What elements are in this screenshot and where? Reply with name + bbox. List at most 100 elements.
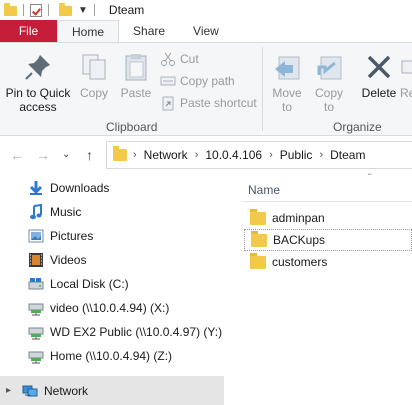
breadcrumb-network[interactable]: Network xyxy=(144,148,188,162)
rename-button[interactable]: Re xyxy=(400,51,412,100)
properties-icon[interactable] xyxy=(30,3,42,17)
group-separator xyxy=(262,47,263,131)
nav-item-videos[interactable]: Videos xyxy=(28,249,86,271)
cut-button[interactable]: Cut xyxy=(160,49,199,69)
address-bar[interactable]: › Network › 10.0.4.106 › Public › Dteam xyxy=(106,141,412,169)
expand-arrow-icon[interactable]: ▸ xyxy=(6,385,11,396)
clipboard-group-label: Clipboard xyxy=(106,120,158,134)
new-folder-icon[interactable] xyxy=(59,3,72,16)
nav-item-network-inner[interactable]: Network xyxy=(22,380,88,402)
move-to-label-1: Move xyxy=(272,86,302,100)
chevron-right-icon[interactable]: › xyxy=(133,149,137,161)
up-icon[interactable]: ↑ xyxy=(86,147,93,163)
ribbon: Pin to Quick access Copy Paste Cut Copy … xyxy=(0,42,412,136)
nav-item-drive-z[interactable]: Home (\\10.0.4.94) (Z:) xyxy=(28,345,172,367)
copy-path-button[interactable]: Copy path xyxy=(160,71,235,91)
navigation-pane: Downloads Music Pictures Videos Local Di… xyxy=(0,173,224,405)
nav-label: Videos xyxy=(50,253,87,267)
nav-item-pictures[interactable]: Pictures xyxy=(28,225,93,247)
pictures-icon xyxy=(28,228,44,244)
move-to-button[interactable]: Move to xyxy=(268,51,306,114)
nav-item-drive-x[interactable]: video (\\10.0.4.94) (X:) xyxy=(28,297,169,319)
move-to-label-2: to xyxy=(281,100,292,114)
nav-item-local-disk[interactable]: Local Disk (C:) xyxy=(28,273,129,295)
pin-label-line2: access xyxy=(19,100,57,114)
copy-button[interactable]: Copy xyxy=(76,51,112,100)
move-to-icon xyxy=(271,51,303,83)
chevron-right-icon[interactable]: › xyxy=(195,149,199,161)
delete-icon xyxy=(363,51,395,83)
folder-icon xyxy=(250,208,266,225)
chevron-right-icon[interactable]: › xyxy=(319,149,323,161)
pin-label-line1: Pin to Quick xyxy=(5,86,71,100)
network-drive-icon xyxy=(28,300,44,316)
copy-path-icon xyxy=(160,73,176,89)
copy-to-label-2: to xyxy=(323,100,334,114)
recent-locations-icon[interactable]: ⌄ xyxy=(62,149,70,160)
pin-icon xyxy=(22,51,54,83)
nav-item-network[interactable]: ▸ Network xyxy=(0,376,224,405)
paste-button[interactable]: Paste xyxy=(118,51,154,100)
column-header-name[interactable]: Name xyxy=(248,183,280,197)
folder-icon xyxy=(4,3,17,16)
music-icon xyxy=(28,203,44,220)
breadcrumb-host[interactable]: 10.0.4.106 xyxy=(205,148,262,162)
sort-caret-icon: ˆ xyxy=(368,173,372,184)
copy-label: Copy xyxy=(79,86,108,100)
separator xyxy=(23,4,24,16)
pin-to-quick-access-button[interactable]: Pin to Quick access xyxy=(4,51,72,114)
breadcrumb-public[interactable]: Public xyxy=(280,148,313,162)
cut-label: Cut xyxy=(180,52,199,66)
copy-icon xyxy=(78,51,110,83)
network-icon xyxy=(22,383,38,399)
paste-shortcut-icon xyxy=(160,95,176,111)
back-icon[interactable]: ← xyxy=(10,147,24,163)
nav-item-music[interactable]: Music xyxy=(28,201,81,223)
file-row[interactable]: BACKups xyxy=(244,229,412,251)
paste-shortcut-button[interactable]: Paste shortcut xyxy=(160,93,257,113)
downloads-icon xyxy=(28,180,44,196)
scissors-icon xyxy=(160,51,176,67)
forward-icon[interactable]: → xyxy=(36,147,50,163)
rename-icon xyxy=(400,51,412,83)
network-drive-icon xyxy=(28,348,44,364)
file-row[interactable]: adminpan xyxy=(244,207,412,229)
nav-label: Network xyxy=(44,384,89,398)
nav-label: WD EX2 Public (\\10.0.4.97) (Y:) xyxy=(50,325,223,339)
column-divider xyxy=(242,201,412,202)
local-disk-icon xyxy=(28,276,44,292)
tab-file[interactable]: File xyxy=(0,20,57,42)
customize-toolbar-icon[interactable]: ▼ xyxy=(78,5,88,16)
file-row[interactable]: customers xyxy=(244,251,412,273)
breadcrumb-dteam[interactable]: Dteam xyxy=(330,148,365,162)
paste-icon xyxy=(120,51,152,83)
copy-path-label: Copy path xyxy=(180,74,235,88)
tab-view[interactable]: View xyxy=(179,20,233,42)
separator xyxy=(48,4,49,16)
nav-label: Pictures xyxy=(50,229,94,243)
copy-to-icon xyxy=(313,51,345,83)
nav-label: Music xyxy=(50,205,82,219)
paste-label: Paste xyxy=(120,86,152,100)
rename-label: Re xyxy=(400,86,412,100)
chevron-right-icon[interactable]: › xyxy=(269,149,273,161)
tab-share[interactable]: Share xyxy=(119,20,179,42)
network-drive-icon xyxy=(28,324,44,340)
nav-label: Home (\\10.0.4.94) (Z:) xyxy=(50,349,173,363)
copy-to-label-1: Copy xyxy=(314,86,343,100)
delete-label: Delete xyxy=(361,86,397,100)
file-name: customers xyxy=(272,255,328,269)
nav-label: Downloads xyxy=(50,181,110,195)
nav-item-downloads[interactable]: Downloads xyxy=(28,177,109,199)
title-bar: ▼ Dteam xyxy=(0,0,412,20)
organize-group-label: Organize xyxy=(333,120,382,134)
paste-shortcut-label: Paste shortcut xyxy=(180,96,257,110)
delete-button[interactable]: Delete xyxy=(358,51,400,100)
window-title: Dteam xyxy=(108,3,145,17)
file-name: adminpan xyxy=(272,211,325,225)
copy-to-button[interactable]: Copy to xyxy=(310,51,348,114)
nav-label: video (\\10.0.4.94) (X:) xyxy=(50,301,170,315)
tab-home[interactable]: Home xyxy=(57,20,120,42)
folder-icon xyxy=(251,230,267,247)
nav-item-drive-y[interactable]: WD EX2 Public (\\10.0.4.97) (Y:) xyxy=(28,321,222,343)
